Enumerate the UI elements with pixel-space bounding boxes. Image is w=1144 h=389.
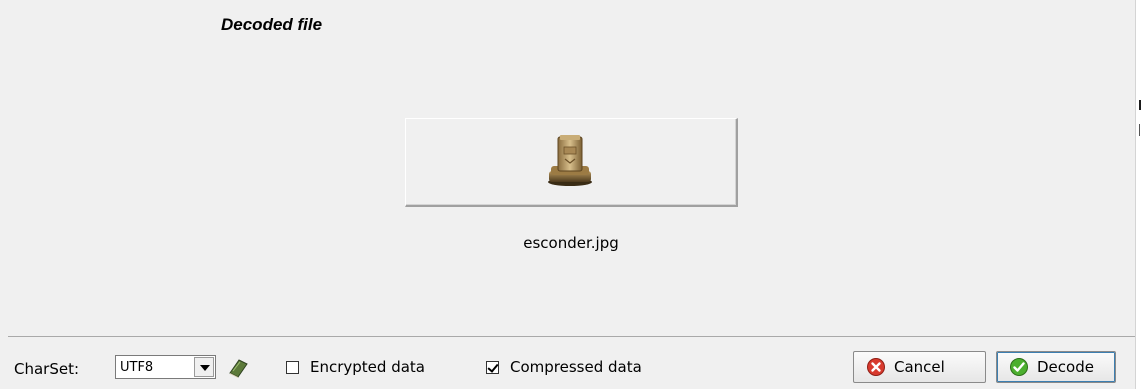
book-icon[interactable] xyxy=(227,357,249,379)
cancel-label: Cancel xyxy=(894,358,945,376)
encrypted-data-checkbox[interactable]: Encrypted data xyxy=(286,358,425,376)
divider xyxy=(8,336,1135,337)
encrypted-data-label: Encrypted data xyxy=(310,358,425,376)
compressed-data-box[interactable] xyxy=(486,360,499,374)
decode-panel: Decoded file esconder.jpg CharSet: UTF8 … xyxy=(0,0,1135,389)
dropdown-arrow-icon[interactable] xyxy=(194,357,214,377)
charset-value: UTF8 xyxy=(120,360,154,375)
compressed-data-label: Compressed data xyxy=(510,358,642,376)
checkmark-icon xyxy=(1010,358,1028,376)
cancel-icon xyxy=(867,358,885,376)
bottom-toolbar: CharSet: UTF8 Encrypted data Compressed … xyxy=(0,345,1135,389)
decoded-file-name: esconder.jpg xyxy=(523,234,619,252)
right-window-edge xyxy=(1135,0,1144,389)
compressed-data-checkbox[interactable]: Compressed data xyxy=(486,358,642,376)
encrypted-data-box[interactable] xyxy=(286,360,299,374)
decoded-file-button[interactable] xyxy=(405,118,738,207)
charset-label: CharSet: xyxy=(14,360,80,378)
archive-cabinet-icon xyxy=(548,135,592,186)
edge-mark xyxy=(1139,100,1141,110)
decode-label: Decode xyxy=(1037,358,1094,376)
edge-mark xyxy=(1139,124,1140,136)
section-title: Decoded file xyxy=(221,15,323,34)
decode-button[interactable]: Decode xyxy=(996,351,1116,383)
charset-select[interactable]: UTF8 xyxy=(115,355,216,379)
cancel-button[interactable]: Cancel xyxy=(853,351,986,383)
